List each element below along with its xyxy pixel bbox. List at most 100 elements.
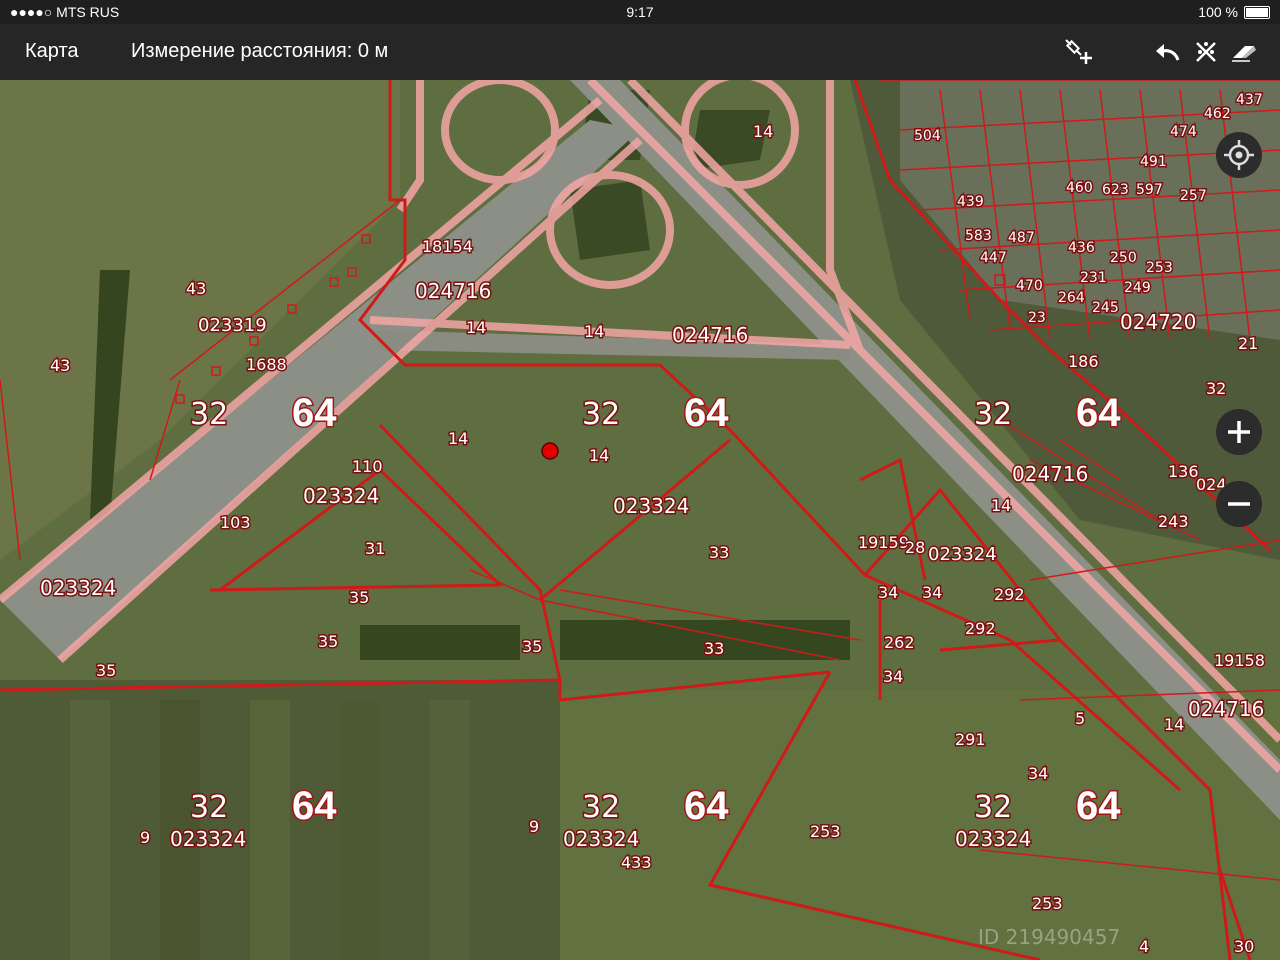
cadastral-label: 023324 <box>40 576 116 600</box>
cadastral-region-label: 64 <box>684 784 729 828</box>
cadastral-label: 504 <box>914 128 941 144</box>
cadastral-label: 231 <box>1080 270 1107 286</box>
cadastral-label: 249 <box>1124 280 1151 296</box>
cadastral-label: 9 <box>140 828 150 847</box>
cadastral-label: 32 <box>190 397 228 432</box>
cadastral-label: 34 <box>883 667 903 686</box>
cadastral-label: 436 <box>1068 240 1095 256</box>
cadastral-label: 024716 <box>672 323 748 347</box>
cadastral-label: 292 <box>994 585 1025 604</box>
cadastral-label: 103 <box>220 513 251 532</box>
cadastral-label: 250 <box>1110 250 1137 266</box>
cadastral-label: 43 <box>186 279 206 298</box>
battery-percent: 100 % <box>1198 4 1238 20</box>
cadastral-label: 136 <box>1168 462 1199 481</box>
cadastral-label: 14 <box>466 318 486 337</box>
cadastral-label: 31 <box>365 539 385 558</box>
cadastral-label: 262 <box>884 633 915 652</box>
cadastral-label: 023324 <box>613 494 689 518</box>
cadastral-label: 4 <box>1139 937 1149 956</box>
cadastral-label: 597 <box>1136 182 1163 198</box>
cadastral-label: 023319 <box>198 315 267 336</box>
cadastral-label: 1688 <box>246 355 287 374</box>
cadastral-map[interactable]: 43 023319 43 1688 18154 024716 14 14 024… <box>0 80 1280 960</box>
cadastral-label: 34 <box>1028 764 1048 783</box>
map-canvas: 43 023319 43 1688 18154 024716 14 14 024… <box>0 80 1280 960</box>
cadastral-label: 439 <box>957 194 984 210</box>
cadastral-label: 110 <box>352 457 383 476</box>
locate-icon[interactable] <box>1216 132 1262 178</box>
cadastral-label: 14 <box>1164 715 1184 734</box>
cadastral-label: 245 <box>1092 300 1119 316</box>
cadastral-label: 264 <box>1058 290 1085 306</box>
cadastral-region-label: 64 <box>684 391 729 435</box>
cadastral-region-label: 64 <box>1076 391 1121 435</box>
cadastral-label: 19158 <box>1214 651 1265 670</box>
eraser-icon[interactable] <box>1228 36 1260 68</box>
cadastral-label: 14 <box>584 322 604 341</box>
cadastral-label: 243 <box>1158 512 1189 531</box>
remove-points-icon[interactable] <box>1190 36 1222 68</box>
cadastral-label: 34 <box>878 583 898 602</box>
clock: 9:17 <box>626 4 654 20</box>
cadastral-label: 14 <box>589 446 609 465</box>
cadastral-label: 491 <box>1140 154 1167 170</box>
cadastral-label: 9 <box>529 817 539 836</box>
zoom-out-icon[interactable] <box>1216 481 1262 527</box>
cadastral-label: 292 <box>965 619 996 638</box>
cadastral-region-label: 64 <box>292 784 337 828</box>
cadastral-label: 14 <box>753 122 773 141</box>
page-title: Измерение расстояния: 0 м <box>131 40 389 62</box>
cadastral-label: 34 <box>922 583 942 602</box>
cadastral-label: 462 <box>1204 106 1231 122</box>
cadastral-label: 474 <box>1170 124 1197 140</box>
cadastral-label: 14 <box>991 496 1011 515</box>
cadastral-label: 35 <box>522 637 542 656</box>
cadastral-label: 023324 <box>928 544 997 565</box>
battery-status: 100 % <box>1198 4 1270 20</box>
status-bar: ●●●●○ MTS RUS 9:17 100 % <box>0 0 1280 24</box>
cadastral-label: 437 <box>1236 92 1263 108</box>
cadastral-label: 024716 <box>1012 462 1088 486</box>
zoom-in-icon[interactable] <box>1216 409 1262 455</box>
cadastral-region-label: 64 <box>292 391 337 435</box>
cadastral-label: 14 <box>448 429 468 448</box>
cadastral-label: 253 <box>810 822 841 841</box>
cadastral-label: 35 <box>96 661 116 680</box>
cadastral-label: 23 <box>1028 310 1046 326</box>
cadastral-label: 623 <box>1102 182 1129 198</box>
cadastral-label: 30 <box>1234 937 1254 956</box>
cadastral-label: 023324 <box>563 827 639 851</box>
cadastral-label: 024716 <box>1188 697 1264 721</box>
satellite-add-icon[interactable] <box>1062 36 1094 68</box>
cadastral-label: 253 <box>1146 260 1173 276</box>
cadastral-label: 433 <box>621 853 652 872</box>
cadastral-label: 447 <box>980 250 1007 266</box>
cadastral-label: 28 <box>905 538 925 557</box>
cadastral-label: 023324 <box>170 827 246 851</box>
cadastral-label: 33 <box>709 543 729 562</box>
cadastral-label: 253 <box>1032 894 1063 913</box>
cadastral-label: 35 <box>318 632 338 651</box>
cadastral-label: 023324 <box>955 827 1031 851</box>
battery-icon <box>1244 5 1270 19</box>
cadastral-label: 18154 <box>422 237 473 256</box>
undo-icon[interactable] <box>1152 36 1184 68</box>
cadastral-label: 583 <box>965 228 992 244</box>
cadastral-label: 186 <box>1068 352 1099 371</box>
nav-bar: Карта Измерение расстояния: 0 м <box>0 24 1280 80</box>
cadastral-label: 024716 <box>415 279 491 303</box>
cadastral-label: 32 <box>1206 379 1226 398</box>
cadastral-label: 291 <box>955 730 986 749</box>
watermark: ID 219490457 <box>978 925 1121 949</box>
cadastral-label: 43 <box>50 356 70 375</box>
cadastral-label: 32 <box>582 397 620 432</box>
measurement-point[interactable] <box>541 442 559 460</box>
back-to-map-button[interactable]: Карта <box>25 40 79 63</box>
cadastral-label: 35 <box>349 588 369 607</box>
cadastral-label: 33 <box>704 639 724 658</box>
cadastral-label: 470 <box>1016 278 1043 294</box>
cadastral-label: 32 <box>974 397 1012 432</box>
cadastral-region-label: 64 <box>1076 784 1121 828</box>
cadastral-label: 32 <box>582 790 620 825</box>
